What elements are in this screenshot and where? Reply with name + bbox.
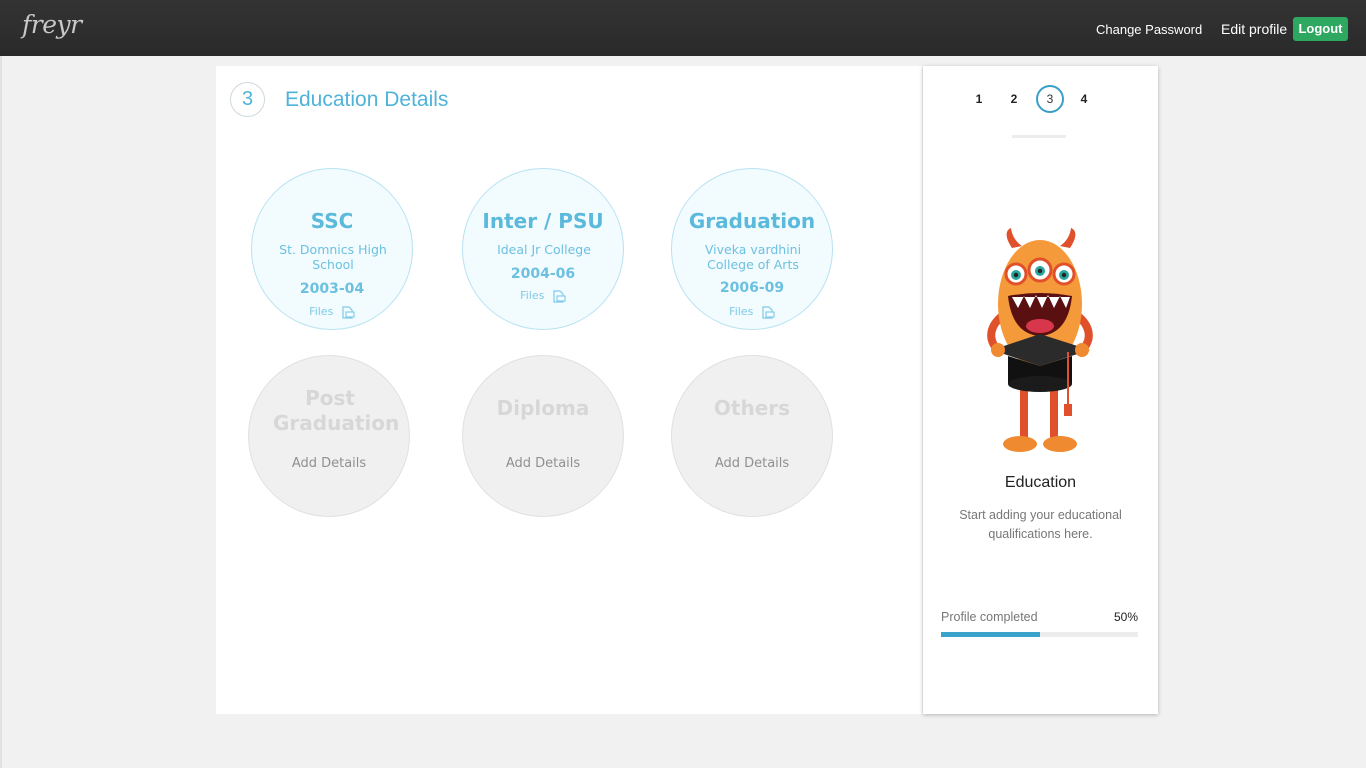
ssc-school: St. Domnics High School bbox=[279, 242, 387, 272]
file-icon bbox=[762, 305, 775, 319]
diploma-card[interactable]: Diploma Add Details bbox=[462, 355, 624, 517]
logout-button[interactable]: Logout bbox=[1293, 17, 1348, 41]
step-1-link[interactable]: 1 bbox=[969, 92, 989, 106]
graduation-files-link[interactable]: Files bbox=[672, 305, 832, 319]
files-label: Files bbox=[520, 289, 545, 302]
post-graduation-card[interactable]: Post Graduation Add Details bbox=[248, 355, 410, 517]
sidebar-heading: Education bbox=[1004, 474, 1077, 491]
graduation-college: Viveka vardhini College of Arts bbox=[704, 242, 802, 272]
page-title: Education Details bbox=[285, 88, 449, 111]
graduation-monster-illustration bbox=[987, 228, 1093, 452]
progress-label: Profile completed bbox=[941, 610, 1038, 624]
freyr-logo[interactable]: freyr bbox=[22, 10, 82, 39]
inter-title: Inter / PSU bbox=[482, 209, 604, 233]
ssc-title: SSC bbox=[310, 209, 354, 233]
graduation-title: Graduation bbox=[688, 209, 816, 233]
top-navbar: freyr Change Password Edit profile Logou… bbox=[0, 0, 1366, 56]
ssc-files-link[interactable]: Files bbox=[252, 305, 412, 319]
left-edge-divider bbox=[0, 56, 2, 768]
others-card[interactable]: Others Add Details bbox=[671, 355, 833, 517]
progress-sidebar: 1 2 3 4 Education Start adding your educ… bbox=[923, 66, 1158, 714]
ssc-card[interactable]: SSC St. Domnics High School 2003-04 File… bbox=[251, 168, 413, 330]
change-password-link[interactable]: Change Password bbox=[1096, 22, 1202, 37]
progress-percentage: 50% bbox=[1113, 610, 1138, 624]
others-add-details[interactable]: Add Details bbox=[672, 456, 832, 471]
step-4-link[interactable]: 4 bbox=[1074, 92, 1094, 106]
step-number-badge: 3 bbox=[230, 82, 265, 117]
education-details-panel: 3 Education Details SSC St. Domnics High… bbox=[216, 66, 922, 714]
files-label: Files bbox=[309, 305, 334, 318]
progress-bar-fill bbox=[941, 632, 1040, 637]
diploma-add-details[interactable]: Add Details bbox=[463, 456, 623, 471]
step-3-active[interactable]: 3 bbox=[1036, 85, 1064, 113]
inter-college: Ideal Jr College bbox=[497, 242, 591, 257]
inter-files-link[interactable]: Files bbox=[463, 289, 623, 303]
diploma-title: Diploma bbox=[496, 396, 590, 420]
step-2-link[interactable]: 2 bbox=[1004, 92, 1024, 106]
sidebar-description: Start adding your educational qualificat… bbox=[959, 508, 1122, 541]
inter-psu-card[interactable]: Inter / PSU Ideal Jr College 2004-06 Fil… bbox=[462, 168, 624, 330]
files-label: Files bbox=[729, 305, 754, 318]
ssc-years: 2003-04 bbox=[299, 281, 365, 297]
post-graduation-title: Post Graduation bbox=[273, 386, 400, 435]
profile-progress-bar bbox=[941, 632, 1138, 637]
post-graduation-add-details[interactable]: Add Details bbox=[249, 456, 409, 471]
graduation-years: 2006-09 bbox=[719, 280, 785, 296]
step-indicator-divider bbox=[1012, 135, 1066, 138]
graduation-card[interactable]: Graduation Viveka vardhini College of Ar… bbox=[671, 168, 833, 330]
others-title: Others bbox=[713, 396, 791, 420]
file-icon bbox=[553, 289, 566, 303]
inter-years: 2004-06 bbox=[510, 266, 576, 282]
edit-profile-link[interactable]: Edit profile bbox=[1221, 21, 1287, 37]
file-icon bbox=[342, 305, 355, 319]
